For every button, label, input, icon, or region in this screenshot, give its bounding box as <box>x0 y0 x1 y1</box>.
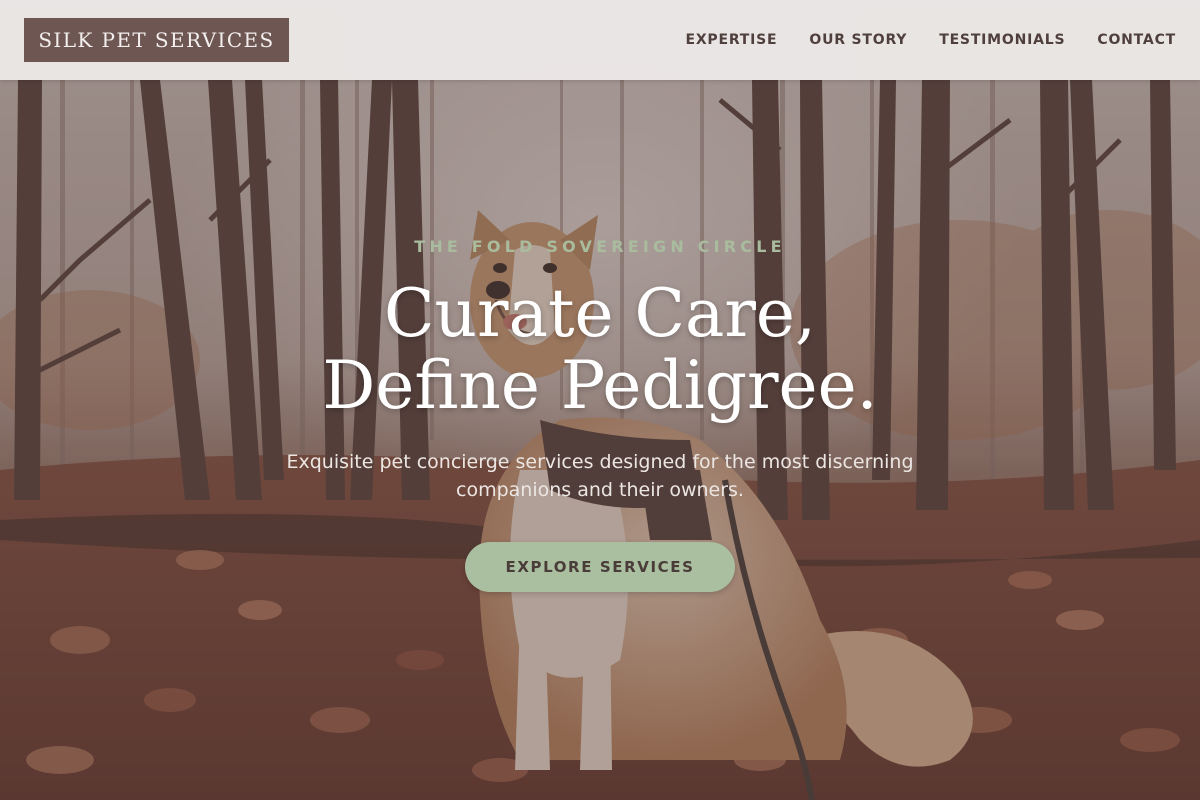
page: SILK PET SERVICES EXPERTISE OUR STORY TE… <box>0 0 1200 800</box>
hero-subtitle: Exquisite pet concierge services designe… <box>286 451 914 501</box>
main-nav: EXPERTISE OUR STORY TESTIMONIALS CONTACT <box>685 0 1176 80</box>
nav-link-expertise[interactable]: EXPERTISE <box>685 32 777 48</box>
hero-content: THE FOLD SOVEREIGN CIRCLE Curate Care, D… <box>200 230 1000 592</box>
hero-headline-line-1: Curate Care, <box>384 275 816 352</box>
nav-link-testimonials[interactable]: TESTIMONIALS <box>939 32 1065 48</box>
nav-link-contact[interactable]: CONTACT <box>1097 32 1176 48</box>
nav-link-our-story[interactable]: OUR STORY <box>809 32 907 48</box>
hero-headline-line-2: Define Pedigree. <box>322 347 878 424</box>
explore-services-button[interactable]: EXPLORE SERVICES <box>465 542 735 592</box>
hero-eyebrow: THE FOLD SOVEREIGN CIRCLE <box>414 237 786 256</box>
site-header: SILK PET SERVICES EXPERTISE OUR STORY TE… <box>0 0 1200 80</box>
hero-headline: Curate Care, Define Pedigree. <box>200 278 1000 422</box>
logo[interactable]: SILK PET SERVICES <box>24 18 289 62</box>
